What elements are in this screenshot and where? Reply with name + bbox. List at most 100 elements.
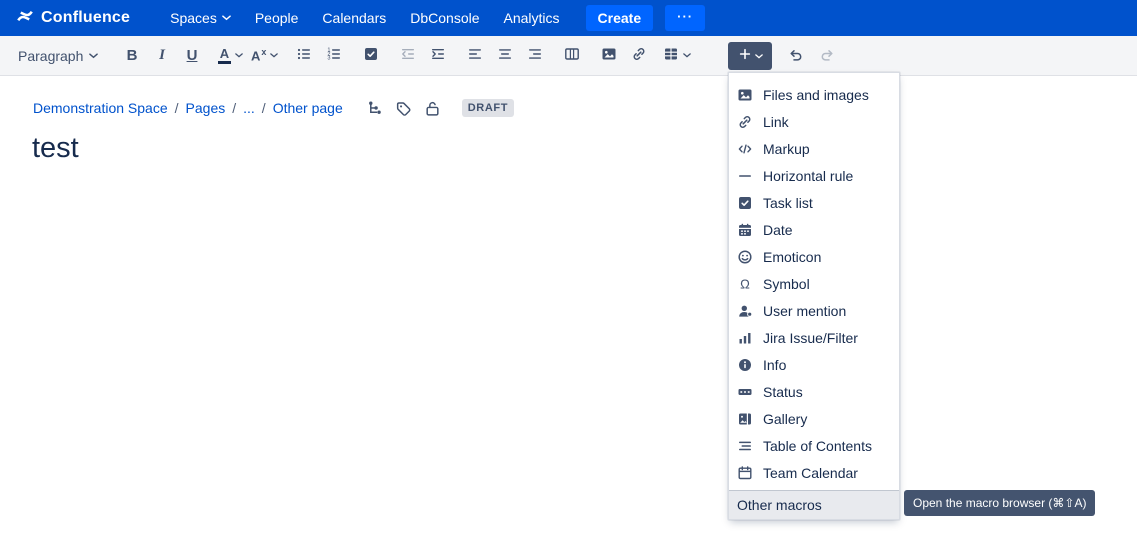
plus-icon: [738, 47, 752, 66]
align-right-icon: [527, 46, 543, 65]
breadcrumb-separator: /: [175, 100, 179, 116]
text-color-icon: A: [218, 48, 231, 64]
restrictions-unlock-icon[interactable]: [424, 100, 441, 117]
breadcrumb-space-link[interactable]: Demonstration Space: [33, 100, 168, 116]
align-left-button[interactable]: [461, 42, 489, 70]
menu-item-status[interactable]: Status: [729, 378, 899, 405]
horizontal-rule-icon: [737, 168, 753, 184]
text-color-dropdown[interactable]: A: [215, 42, 246, 70]
insert-table-dropdown[interactable]: [660, 42, 694, 70]
menu-item-link[interactable]: Link: [729, 108, 899, 135]
menu-item-emoticon[interactable]: Emoticon: [729, 243, 899, 270]
menu-item-symbol[interactable]: Ω Symbol: [729, 270, 899, 297]
underline-button[interactable]: U: [178, 42, 206, 70]
breadcrumb: Demonstration Space / Pages / ... / Othe…: [33, 99, 514, 117]
bold-label: B: [127, 47, 138, 64]
task-icon: [363, 46, 379, 65]
editor-toolbar: Paragraph B I U A Ax: [0, 36, 1137, 76]
menu-item-other-macros[interactable]: Other macros: [729, 491, 899, 519]
markup-icon: [737, 141, 753, 157]
nav-dbconsole[interactable]: DbConsole: [398, 4, 491, 32]
menu-item-user-mention[interactable]: User mention: [729, 297, 899, 324]
align-right-button[interactable]: [521, 42, 549, 70]
confluence-home-link[interactable]: Confluence: [16, 7, 130, 30]
menu-item-date[interactable]: Date: [729, 216, 899, 243]
status-icon: [737, 384, 753, 400]
nav-calendars[interactable]: Calendars: [310, 4, 398, 32]
menu-item-label: Jira Issue/Filter: [763, 330, 858, 346]
menu-item-label: Task list: [763, 195, 813, 211]
nav-people[interactable]: People: [243, 4, 311, 32]
breadcrumb-pages-link[interactable]: Pages: [186, 100, 226, 116]
user-mention-icon: [737, 303, 753, 319]
nav-analytics-label: Analytics: [504, 10, 560, 26]
menu-item-markup[interactable]: Markup: [729, 135, 899, 162]
undo-button[interactable]: [782, 42, 810, 70]
breadcrumb-ellipsis-link[interactable]: ...: [243, 100, 255, 116]
nav-people-label: People: [255, 10, 299, 26]
menu-item-table-of-contents[interactable]: Table of Contents: [729, 432, 899, 459]
task-list-icon: [737, 195, 753, 211]
confluence-logo-icon: [16, 7, 34, 30]
nav-spaces-label: Spaces: [170, 10, 217, 26]
italic-button[interactable]: I: [148, 42, 176, 70]
nav-analytics[interactable]: Analytics: [492, 4, 572, 32]
nav-dbconsole-label: DbConsole: [410, 10, 479, 26]
page-title[interactable]: test: [32, 132, 79, 165]
table-icon: [663, 46, 679, 65]
insert-link-button[interactable]: [625, 42, 653, 70]
menu-item-label: Symbol: [763, 276, 810, 292]
menu-item-label: Info: [763, 357, 786, 373]
page-tree-icon[interactable]: [366, 100, 383, 117]
menu-item-files-and-images[interactable]: Files and images: [729, 81, 899, 108]
insert-files-button[interactable]: [595, 42, 623, 70]
numbered-list-button[interactable]: 123: [320, 42, 348, 70]
align-center-icon: [497, 46, 513, 65]
menu-item-label: Markup: [763, 141, 810, 157]
chevron-down-icon: [222, 15, 231, 21]
link-icon: [737, 114, 753, 130]
menu-item-info[interactable]: Info: [729, 351, 899, 378]
more-formatting-dropdown[interactable]: Ax: [248, 42, 281, 70]
symbol-omega-icon: Ω: [737, 276, 753, 292]
align-left-icon: [467, 46, 483, 65]
image-icon: [737, 87, 753, 103]
page-layout-button[interactable]: [558, 42, 586, 70]
menu-item-horizontal-rule[interactable]: Horizontal rule: [729, 162, 899, 189]
labels-icon[interactable]: [395, 100, 412, 117]
macro-browser-tooltip: Open the macro browser (⌘⇧A): [904, 490, 1095, 516]
menu-item-gallery[interactable]: Gallery: [729, 405, 899, 432]
paragraph-style-dropdown[interactable]: Paragraph: [12, 42, 104, 70]
date-icon: [737, 222, 753, 238]
info-icon: [737, 357, 753, 373]
breadcrumb-parent-page-link[interactable]: Other page: [273, 100, 343, 116]
menu-item-label: Date: [763, 222, 793, 238]
header-more-button[interactable]: ···: [665, 5, 705, 31]
insert-more-content-button[interactable]: [728, 42, 772, 70]
more-formatting-icon: Ax: [251, 47, 266, 63]
menu-item-task-list[interactable]: Task list: [729, 189, 899, 216]
chevron-down-icon: [235, 53, 243, 58]
bullet-list-button[interactable]: [290, 42, 318, 70]
undo-icon: [788, 47, 804, 66]
outdent-icon: [400, 46, 416, 65]
chevron-down-icon: [89, 53, 98, 59]
menu-item-team-calendar[interactable]: Team Calendar: [729, 459, 899, 486]
menu-item-jira[interactable]: Jira Issue/Filter: [729, 324, 899, 351]
svg-text:Ω: Ω: [740, 276, 750, 291]
task-list-button[interactable]: [357, 42, 385, 70]
team-calendar-icon: [737, 465, 753, 481]
brand-name: Confluence: [41, 9, 130, 27]
breadcrumb-separator: /: [262, 100, 266, 116]
outdent-button[interactable]: [394, 42, 422, 70]
nav-spaces[interactable]: Spaces: [158, 4, 243, 32]
redo-button[interactable]: [813, 42, 841, 70]
bold-button[interactable]: B: [118, 42, 146, 70]
chevron-down-icon: [270, 53, 278, 58]
create-button[interactable]: Create: [586, 5, 654, 31]
jira-icon: [737, 330, 753, 346]
indent-button[interactable]: [424, 42, 452, 70]
italic-label: I: [159, 47, 165, 64]
page-layout-icon: [563, 46, 581, 65]
align-center-button[interactable]: [491, 42, 519, 70]
